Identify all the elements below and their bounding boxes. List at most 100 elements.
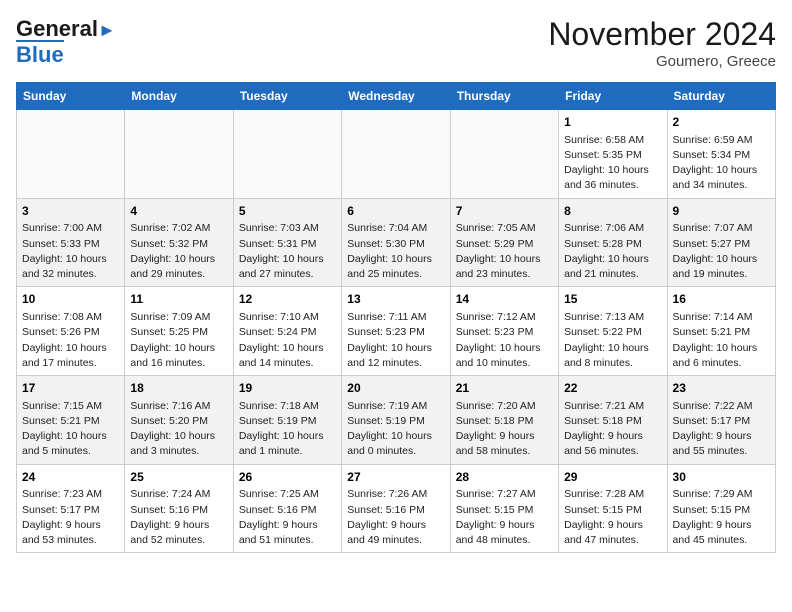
day-number: 19 [239, 380, 336, 397]
day-number: 17 [22, 380, 119, 397]
day-number: 23 [673, 380, 770, 397]
day-number: 30 [673, 469, 770, 486]
calendar-cell: 16 Sunrise: 7:14 AMSunset: 5:21 PMDayligh… [667, 287, 775, 376]
weekday-header: Sunday [17, 83, 125, 110]
day-number: 15 [564, 291, 661, 308]
day-info: Sunrise: 7:22 AMSunset: 5:17 PMDaylight:… [673, 399, 770, 460]
day-info: Sunrise: 7:25 AMSunset: 5:16 PMDaylight:… [239, 487, 336, 548]
day-info: Sunrise: 7:11 AMSunset: 5:23 PMDaylight:… [347, 310, 444, 371]
calendar-cell: 9Sunrise: 7:07 AMSunset: 5:27 PMDaylight… [667, 198, 775, 287]
day-info: Sunrise: 7:00 AMSunset: 5:33 PMDaylight:… [22, 221, 119, 282]
day-info: Sunrise: 7:02 AMSunset: 5:32 PMDaylight:… [130, 221, 227, 282]
day-number: 10 [22, 291, 119, 308]
day-info: Sunrise: 7:05 AMSunset: 5:29 PMDaylight:… [456, 221, 553, 282]
calendar-cell: 6Sunrise: 7:04 AMSunset: 5:30 PMDaylight… [342, 198, 450, 287]
calendar-cell: 20 Sunrise: 7:19 AMSunset: 5:19 PMDayligh… [342, 376, 450, 465]
day-info: Sunrise: 7:21 AMSunset: 5:18 PMDaylight:… [564, 399, 661, 460]
header: General► Blue November 2024 Goumero, Gre… [16, 16, 776, 70]
calendar-cell: 24Sunrise: 7:23 AMSunset: 5:17 PMDayligh… [17, 464, 125, 553]
day-number: 2 [673, 114, 770, 131]
calendar-cell [17, 110, 125, 199]
calendar-cell [342, 110, 450, 199]
day-info: Sunrise: 7:19 AMSunset: 5:19 PMDaylight:… [347, 399, 444, 460]
calendar-week-row: 24Sunrise: 7:23 AMSunset: 5:17 PMDayligh… [17, 464, 776, 553]
logo-text: General► [16, 16, 116, 42]
day-number: 25 [130, 469, 227, 486]
day-number: 27 [347, 469, 444, 486]
logo-blue: Blue [16, 40, 64, 68]
day-info: Sunrise: 7:13 AMSunset: 5:22 PMDaylight:… [564, 310, 661, 371]
weekday-header: Wednesday [342, 83, 450, 110]
calendar-cell: 2 Sunrise: 6:59 AMSunset: 5:34 PMDaylight… [667, 110, 775, 199]
day-number: 20 [347, 380, 444, 397]
calendar-cell: 8Sunrise: 7:06 AMSunset: 5:28 PMDaylight… [559, 198, 667, 287]
day-number: 21 [456, 380, 553, 397]
calendar-cell: 22 Sunrise: 7:21 AMSunset: 5:18 PMDayligh… [559, 376, 667, 465]
day-info: Sunrise: 7:03 AMSunset: 5:31 PMDaylight:… [239, 221, 336, 282]
calendar-cell: 18Sunrise: 7:16 AMSunset: 5:20 PMDayligh… [125, 376, 233, 465]
day-number: 5 [239, 203, 336, 220]
day-info: Sunrise: 7:10 AMSunset: 5:24 PMDaylight:… [239, 310, 336, 371]
day-info: Sunrise: 7:29 AMSunset: 5:15 PMDaylight:… [673, 487, 770, 548]
day-number: 24 [22, 469, 119, 486]
calendar-cell: 29Sunrise: 7:28 AMSunset: 5:15 PMDayligh… [559, 464, 667, 553]
weekday-header: Monday [125, 83, 233, 110]
day-info: Sunrise: 7:12 AMSunset: 5:23 PMDaylight:… [456, 310, 553, 371]
weekday-header: Thursday [450, 83, 558, 110]
day-info: Sunrise: 7:09 AMSunset: 5:25 PMDaylight:… [130, 310, 227, 371]
day-number: 8 [564, 203, 661, 220]
calendar-cell [125, 110, 233, 199]
logo: General► Blue [16, 16, 116, 68]
weekday-header: Tuesday [233, 83, 341, 110]
calendar-cell: 30Sunrise: 7:29 AMSunset: 5:15 PMDayligh… [667, 464, 775, 553]
day-info: Sunrise: 7:14 AMSunset: 5:21 PMDaylight:… [673, 310, 770, 371]
calendar-week-row: 17 Sunrise: 7:15 AMSunset: 5:21 PMDayligh… [17, 376, 776, 465]
calendar-cell: 11Sunrise: 7:09 AMSunset: 5:25 PMDayligh… [125, 287, 233, 376]
day-info: Sunrise: 7:15 AMSunset: 5:21 PMDaylight:… [22, 399, 119, 460]
calendar: SundayMondayTuesdayWednesdayThursdayFrid… [16, 82, 776, 553]
calendar-cell: 1 Sunrise: 6:58 AMSunset: 5:35 PMDaylight… [559, 110, 667, 199]
day-number: 14 [456, 291, 553, 308]
day-number: 16 [673, 291, 770, 308]
calendar-cell [450, 110, 558, 199]
day-info: Sunrise: 7:07 AMSunset: 5:27 PMDaylight:… [673, 221, 770, 282]
day-number: 13 [347, 291, 444, 308]
day-number: 1 [564, 114, 661, 131]
calendar-cell: 26Sunrise: 7:25 AMSunset: 5:16 PMDayligh… [233, 464, 341, 553]
weekday-header: Friday [559, 83, 667, 110]
day-info: Sunrise: 6:59 AMSunset: 5:34 PMDaylight:… [673, 133, 770, 194]
calendar-cell: 17 Sunrise: 7:15 AMSunset: 5:21 PMDayligh… [17, 376, 125, 465]
calendar-cell: 21Sunrise: 7:20 AMSunset: 5:18 PMDayligh… [450, 376, 558, 465]
calendar-cell: 10 Sunrise: 7:08 AMSunset: 5:26 PMDayligh… [17, 287, 125, 376]
calendar-cell: 15 Sunrise: 7:13 AMSunset: 5:22 PMDayligh… [559, 287, 667, 376]
day-info: Sunrise: 7:28 AMSunset: 5:15 PMDaylight:… [564, 487, 661, 548]
calendar-week-row: 10 Sunrise: 7:08 AMSunset: 5:26 PMDayligh… [17, 287, 776, 376]
calendar-cell: 13 Sunrise: 7:11 AMSunset: 5:23 PMDayligh… [342, 287, 450, 376]
calendar-cell: 28Sunrise: 7:27 AMSunset: 5:15 PMDayligh… [450, 464, 558, 553]
calendar-cell: 5Sunrise: 7:03 AMSunset: 5:31 PMDaylight… [233, 198, 341, 287]
day-info: Sunrise: 6:58 AMSunset: 5:35 PMDaylight:… [564, 133, 661, 194]
day-number: 12 [239, 291, 336, 308]
day-number: 6 [347, 203, 444, 220]
calendar-week-row: 1 Sunrise: 6:58 AMSunset: 5:35 PMDaylight… [17, 110, 776, 199]
day-info: Sunrise: 7:18 AMSunset: 5:19 PMDaylight:… [239, 399, 336, 460]
calendar-cell: 23 Sunrise: 7:22 AMSunset: 5:17 PMDayligh… [667, 376, 775, 465]
day-number: 29 [564, 469, 661, 486]
calendar-cell: 4Sunrise: 7:02 AMSunset: 5:32 PMDaylight… [125, 198, 233, 287]
calendar-week-row: 3Sunrise: 7:00 AMSunset: 5:33 PMDaylight… [17, 198, 776, 287]
day-number: 3 [22, 203, 119, 220]
calendar-cell [233, 110, 341, 199]
location: Goumero, Greece [548, 53, 776, 70]
day-number: 9 [673, 203, 770, 220]
day-number: 4 [130, 203, 227, 220]
weekday-header: Saturday [667, 83, 775, 110]
month-title: November 2024 [548, 16, 776, 53]
day-number: 26 [239, 469, 336, 486]
calendar-cell: 19 Sunrise: 7:18 AMSunset: 5:19 PMDayligh… [233, 376, 341, 465]
day-number: 22 [564, 380, 661, 397]
day-number: 18 [130, 380, 227, 397]
day-number: 7 [456, 203, 553, 220]
calendar-cell: 7Sunrise: 7:05 AMSunset: 5:29 PMDaylight… [450, 198, 558, 287]
day-number: 28 [456, 469, 553, 486]
day-info: Sunrise: 7:08 AMSunset: 5:26 PMDaylight:… [22, 310, 119, 371]
